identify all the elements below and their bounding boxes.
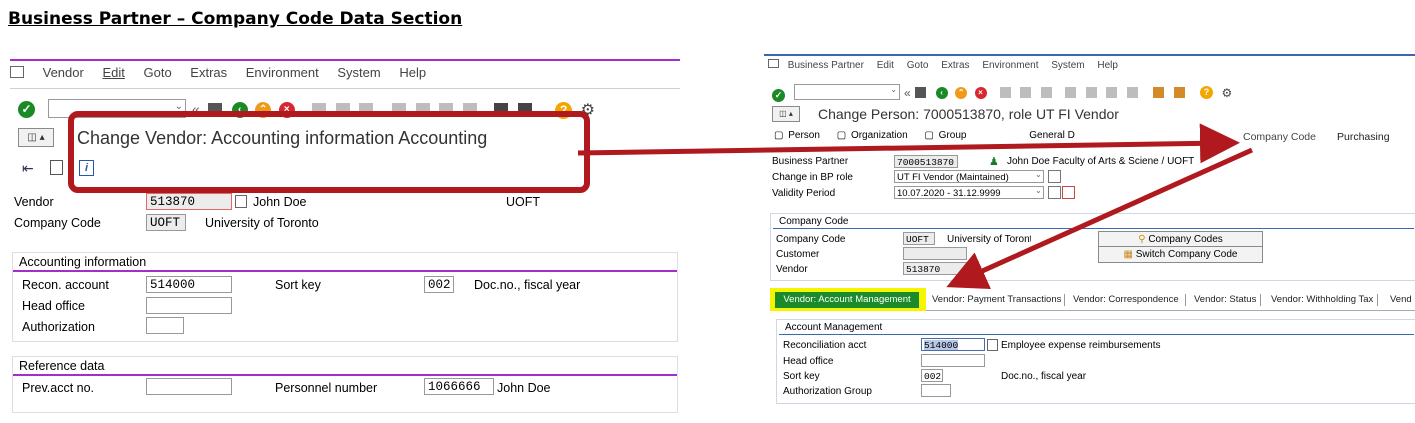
annotation-arrow: [577, 123, 1240, 164]
annotation-arrows: [577, 123, 1254, 290]
annotation-arrow: [946, 147, 1254, 290]
